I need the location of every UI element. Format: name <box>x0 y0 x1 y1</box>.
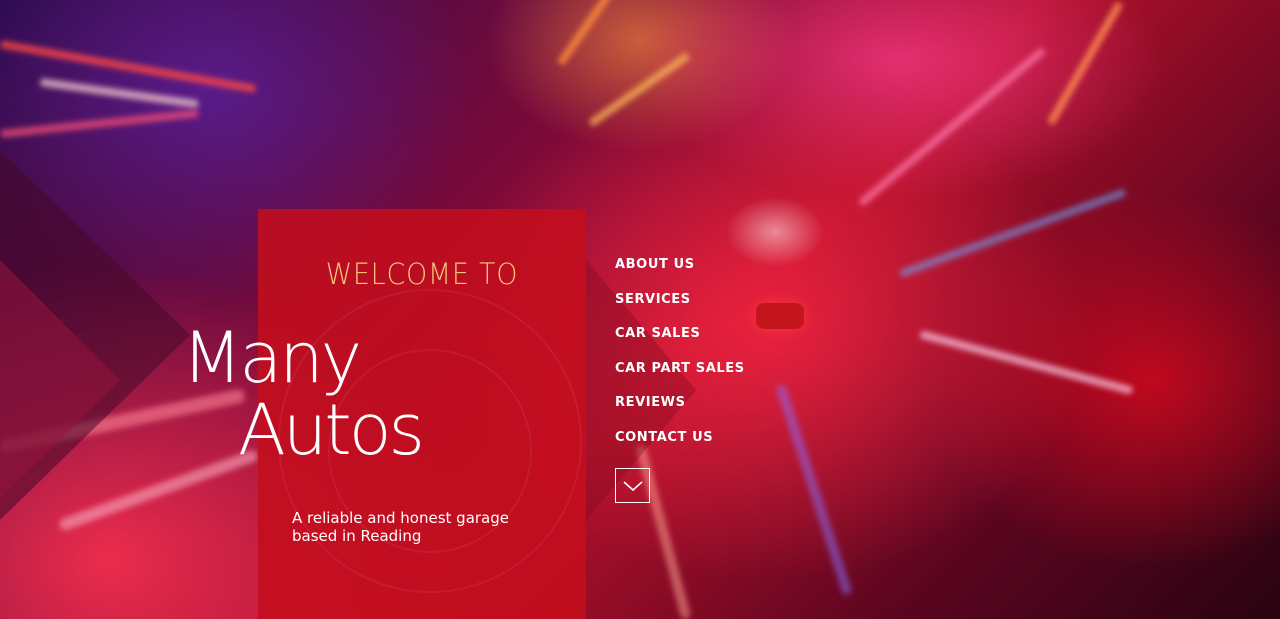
nav-link-car-part-sales[interactable]: CAR PART SALES <box>615 361 745 376</box>
brand-line-2: Autos <box>238 389 425 471</box>
chevron-decoration <box>0 260 120 500</box>
light-streak <box>1046 0 1124 126</box>
light-streak <box>39 78 199 109</box>
light-streak <box>0 109 200 138</box>
nav-link-services[interactable]: SERVICES <box>615 292 691 307</box>
light-streak <box>775 383 853 596</box>
tagline: A reliable and honest garage based in Re… <box>292 509 510 545</box>
nav-link-car-sales[interactable]: CAR SALES <box>615 326 701 341</box>
nav-link-about-us[interactable]: ABOUT US <box>615 257 695 272</box>
light-streak <box>556 0 644 67</box>
light-streak <box>587 51 691 128</box>
nav-item-services: SERVICES <box>615 290 745 325</box>
light-streak <box>918 330 1134 395</box>
light-streak <box>898 188 1127 278</box>
car-tail-light <box>756 303 804 329</box>
nav-link-reviews[interactable]: REVIEWS <box>615 395 686 410</box>
nav-link-contact-us[interactable]: CONTACT US <box>615 430 713 445</box>
nav-item-car-sales: CAR SALES <box>615 324 745 359</box>
brand-line-1: Many <box>182 317 362 399</box>
light-streak <box>857 46 1047 208</box>
welcome-heading: WELCOME TO <box>325 257 519 291</box>
brand-logo-text: Many Autos <box>182 317 425 471</box>
scroll-down-button[interactable] <box>615 468 650 503</box>
nav-item-about-us: ABOUT US <box>615 255 745 290</box>
nav-item-reviews: REVIEWS <box>615 393 745 428</box>
chevron-down-icon <box>622 480 643 491</box>
light-streak <box>0 40 257 94</box>
main-navigation: ABOUT US SERVICES CAR SALES CAR PART SAL… <box>615 255 745 463</box>
nav-item-car-part-sales: CAR PART SALES <box>615 359 745 394</box>
nav-item-contact-us: CONTACT US <box>615 428 745 463</box>
